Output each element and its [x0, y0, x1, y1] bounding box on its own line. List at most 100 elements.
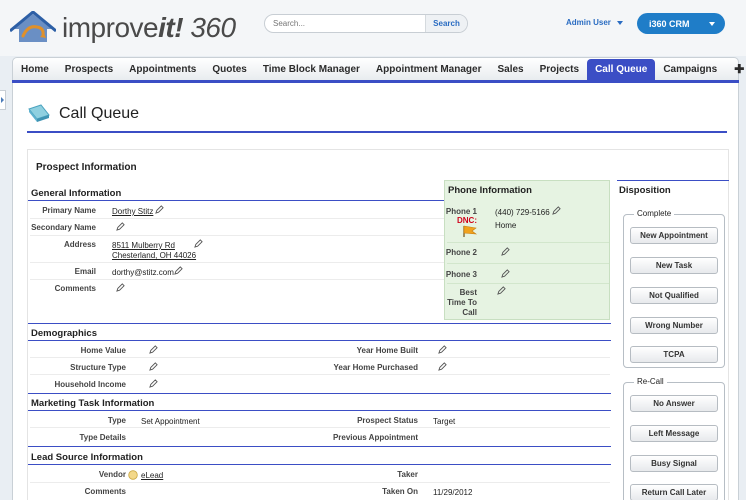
row-divider	[447, 283, 609, 284]
prospect-status-label: Prospect Status	[357, 416, 418, 425]
no-answer-button[interactable]: No Answer	[630, 395, 718, 412]
edit-pencil-icon[interactable]	[501, 269, 510, 278]
primary-name-link[interactable]: Dorthy Stitz	[112, 207, 153, 216]
home-value-label: Home Value	[80, 346, 126, 355]
tab-sales[interactable]: Sales	[489, 58, 531, 80]
chevron-down-icon	[616, 20, 623, 25]
sidebar-toggle-handle[interactable]	[0, 90, 6, 110]
app-name: i360 CRM	[649, 18, 690, 29]
type-label: Type	[107, 416, 126, 425]
app-switcher-button[interactable]: i360 CRM	[637, 13, 725, 34]
section-divider	[28, 446, 611, 447]
secondary-name-label: Secondary Name	[31, 223, 96, 232]
main-panel: Call Queue Prospect Information General …	[12, 83, 739, 500]
tab-call-queue[interactable]: Call Queue	[587, 59, 656, 80]
wrong-number-button[interactable]: Wrong Number	[630, 317, 718, 334]
search-input[interactable]	[265, 15, 425, 32]
tab-projects[interactable]: Projects	[532, 58, 587, 80]
tab-appointments[interactable]: Appointments	[121, 58, 204, 80]
taken-on-label: Taken On	[382, 487, 418, 496]
section-divider	[28, 464, 611, 465]
tab-campaigns[interactable]: Campaigns	[655, 58, 725, 80]
busy-signal-button[interactable]: Busy Signal	[630, 455, 718, 472]
tab-quotes[interactable]: Quotes	[204, 58, 254, 80]
phone1-value[interactable]: (440) 729-5166	[495, 208, 550, 217]
year-purchased-label: Year Home Purchased	[333, 363, 418, 372]
edit-pencil-icon[interactable]	[497, 286, 506, 295]
best-time-label-line3: Call	[462, 308, 477, 317]
address-line1-link[interactable]: 8511 Mulberry Rd	[112, 241, 175, 250]
app-header: improveit! 360 Search Admin User i360 CR…	[0, 0, 746, 56]
logo-text: improveit! 360	[62, 12, 236, 43]
phone3-label: Phone 3	[445, 270, 477, 279]
section-divider	[28, 410, 611, 411]
vendor-link[interactable]: eLead	[141, 471, 163, 480]
edit-pencil-icon[interactable]	[155, 205, 164, 214]
prospect-info-title: Prospect Information	[36, 162, 137, 173]
year-built-label: Year Home Built	[356, 346, 418, 355]
tab-home[interactable]: Home	[13, 58, 57, 80]
complete-group: Complete New Appointment New Task Not Qu…	[623, 209, 725, 368]
user-name: Admin User	[566, 18, 611, 27]
tab-time-block-manager[interactable]: Time Block Manager	[255, 58, 368, 80]
main-tab-bar: Home Prospects Appointments Quotes Time …	[12, 57, 744, 81]
vendor-label: Vendor	[98, 470, 126, 479]
not-qualified-button[interactable]: Not Qualified	[630, 287, 718, 304]
address-line2-link[interactable]: Chesterland, OH 44026	[112, 251, 196, 260]
row-divider	[30, 427, 610, 428]
edit-pencil-icon[interactable]	[194, 239, 203, 248]
left-message-button[interactable]: Left Message	[630, 425, 718, 442]
edit-pencil-icon[interactable]	[552, 206, 561, 215]
previous-appointment-label: Previous Appointment	[332, 433, 418, 442]
dnc-flag-icon[interactable]	[462, 225, 478, 238]
search-button[interactable]: Search	[425, 15, 467, 32]
edit-pencil-icon[interactable]	[116, 222, 125, 231]
disposition-title: Disposition	[619, 185, 671, 196]
lead-source-title: Lead Source Information	[31, 452, 143, 463]
tab-prospects[interactable]: Prospects	[57, 58, 121, 80]
phone-information: Phone Information Phone 1 DNC: (440) 729…	[444, 180, 610, 320]
general-info-title: General Information	[31, 188, 122, 199]
edit-pencil-icon[interactable]	[149, 345, 158, 354]
global-search: Search	[264, 14, 468, 33]
new-task-button[interactable]: New Task	[630, 257, 718, 274]
edit-pencil-icon[interactable]	[149, 362, 158, 371]
demographics-title: Demographics	[31, 328, 97, 339]
tcpa-button[interactable]: TCPA	[630, 346, 718, 363]
edit-pencil-icon[interactable]	[116, 283, 125, 292]
tab-appointment-manager[interactable]: Appointment Manager	[368, 58, 490, 80]
edit-pencil-icon[interactable]	[501, 247, 510, 256]
type-value: Set Appointment	[141, 417, 200, 426]
edit-pencil-icon[interactable]	[149, 379, 158, 388]
page-header: Call Queue	[27, 97, 727, 133]
email-label: Email	[74, 267, 96, 276]
new-appointment-button[interactable]: New Appointment	[630, 227, 718, 244]
row-divider	[30, 279, 444, 280]
row-divider	[30, 262, 444, 263]
phone2-label: Phone 2	[445, 248, 477, 257]
return-call-later-button[interactable]: Return Call Later	[630, 484, 718, 500]
lead-comments-label: Comments	[84, 487, 126, 496]
row-divider	[30, 235, 444, 236]
disposition-panel: Disposition Complete New Appointment New…	[617, 180, 729, 500]
complete-legend: Complete	[634, 209, 675, 218]
recall-group: Re-Call No Answer Left Message Busy Sign…	[623, 377, 725, 500]
row-divider	[447, 263, 609, 264]
phone-info-title: Phone Information	[448, 185, 532, 196]
edit-pencil-icon[interactable]	[174, 266, 183, 275]
section-divider	[28, 323, 611, 324]
best-time-label-line2: Time To	[447, 298, 477, 307]
marketing-task-title: Marketing Task Information	[31, 398, 155, 409]
type-details-label: Type Details	[79, 433, 126, 442]
user-menu[interactable]: Admin User	[566, 18, 623, 27]
section-divider	[28, 340, 611, 341]
taken-on-value: 11/29/2012	[433, 488, 473, 497]
primary-name-label: Primary Name	[42, 206, 96, 215]
call-queue-icon	[28, 104, 50, 122]
edit-pencil-icon[interactable]	[438, 345, 447, 354]
chevron-down-icon	[709, 22, 715, 26]
edit-pencil-icon[interactable]	[438, 362, 447, 371]
add-tab-icon[interactable]: ✚	[725, 58, 746, 80]
house-logo-icon	[10, 11, 56, 42]
logo[interactable]: improveit! 360	[10, 10, 236, 46]
